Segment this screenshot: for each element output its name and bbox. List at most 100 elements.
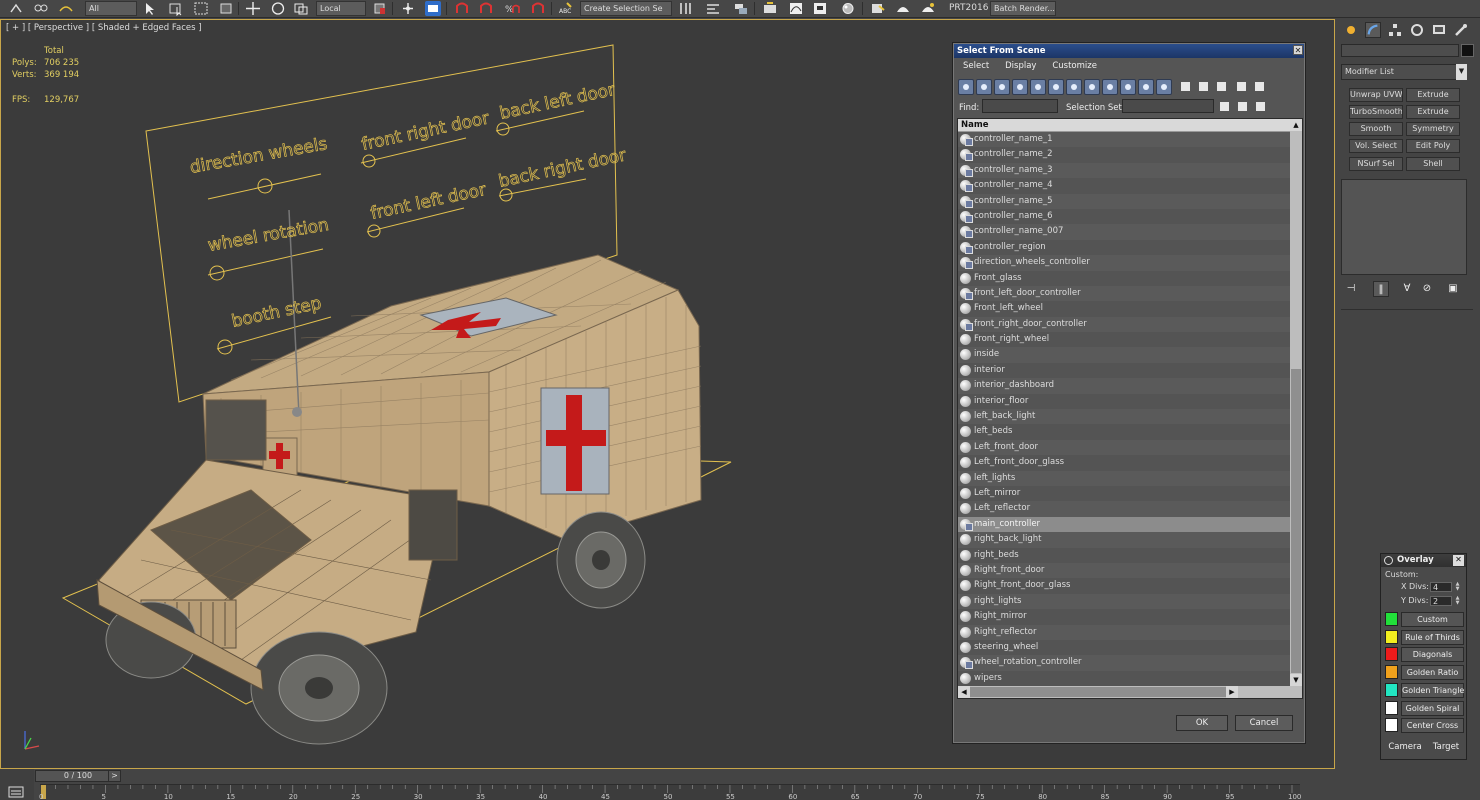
y-divs-spinner[interactable]: ▲ ▼	[1454, 596, 1461, 606]
rendered-frame-window-icon[interactable]	[895, 1, 911, 16]
list-horizontal-scrollbar[interactable]: ◀ ▶	[958, 686, 1302, 698]
align-icon[interactable]	[705, 1, 721, 16]
display-frozen-icon[interactable]	[1138, 79, 1154, 95]
selection-filter-dropdown[interactable]: All	[85, 1, 137, 16]
select-and-manipulate-icon[interactable]	[400, 1, 416, 16]
window-crossing-icon[interactable]	[218, 1, 234, 16]
modify-tab-icon[interactable]	[1365, 22, 1381, 38]
overlay-option-button[interactable]: Golden Spiral	[1401, 700, 1464, 716]
list-item[interactable]: Left_front_door_glass	[958, 455, 1291, 471]
overlay-option-button[interactable]: Custom	[1401, 612, 1464, 627]
list-item[interactable]: interior_dashboard	[958, 378, 1291, 393]
material-editor-icon[interactable]	[840, 1, 856, 16]
list-item[interactable]: Front_right_wheel	[958, 332, 1291, 348]
list-item[interactable]: main_controller	[958, 516, 1291, 533]
list-item[interactable]: left_beds	[958, 424, 1291, 440]
object-name-field[interactable]	[1341, 44, 1459, 57]
display-tab-icon[interactable]	[1431, 22, 1447, 38]
list-item[interactable]: Left_mirror	[958, 485, 1291, 502]
remove-modifier-icon[interactable]: ⊘	[1419, 281, 1435, 297]
list-item[interactable]: right_back_light	[958, 532, 1291, 547]
overlay-color-swatch[interactable]	[1385, 665, 1398, 680]
create-selection-set-icon[interactable]	[1217, 99, 1233, 115]
object-color-swatch[interactable]	[1461, 44, 1474, 57]
render-production-icon[interactable]	[920, 1, 936, 16]
select-object-icon[interactable]	[142, 1, 158, 16]
menu-display[interactable]: Display	[1005, 61, 1036, 71]
find-input[interactable]	[982, 99, 1058, 113]
modifier-extrude-button[interactable]: Extrude	[1406, 105, 1460, 119]
display-invert-icon[interactable]	[1214, 79, 1230, 95]
column-header-name[interactable]: Name	[958, 119, 1292, 132]
display-geometry-icon[interactable]	[958, 79, 974, 95]
overlay-color-swatch[interactable]	[1385, 647, 1398, 662]
list-item[interactable]: right_lights	[958, 594, 1291, 609]
modifier-shell-button[interactable]: Shell	[1406, 157, 1460, 171]
display-helpers-icon[interactable]	[1030, 79, 1046, 95]
mirror-icon[interactable]	[678, 1, 694, 16]
overlay-close-button[interactable]: ✕	[1453, 555, 1464, 566]
display-hidden-icon[interactable]	[1156, 79, 1172, 95]
select-and-move-icon[interactable]	[245, 1, 261, 16]
select-and-link-icon[interactable]	[8, 1, 24, 16]
list-item[interactable]: Right_front_door	[958, 563, 1291, 578]
display-bones-icon[interactable]	[1102, 79, 1118, 95]
display-groups-icon[interactable]	[1066, 79, 1082, 95]
select-and-rotate-icon[interactable]	[270, 1, 286, 16]
list-item[interactable]: wheel_rotation_controller	[958, 655, 1291, 670]
display-cameras-icon[interactable]	[1012, 79, 1028, 95]
layer-manager-icon[interactable]	[733, 1, 749, 16]
list-item[interactable]: interior	[958, 362, 1291, 379]
motion-tab-icon[interactable]	[1409, 22, 1425, 38]
list-item[interactable]: Left_reflector	[958, 501, 1291, 516]
list-item[interactable]: front_right_door_controller	[958, 317, 1291, 332]
scroll-left-arrow[interactable]: ◀	[958, 686, 970, 698]
display-shapes-icon[interactable]	[976, 79, 992, 95]
hierarchy-tab-icon[interactable]	[1387, 22, 1403, 38]
rectangular-selection-icon[interactable]	[193, 1, 209, 16]
render-setup-icon[interactable]	[870, 1, 886, 16]
reference-coordinate-system-dropdown[interactable]: Local	[316, 1, 366, 16]
overlay-option-button[interactable]: Golden Triangle	[1401, 682, 1464, 698]
list-item[interactable]: Front_glass	[958, 270, 1291, 286]
list-item[interactable]: wipers	[958, 670, 1291, 687]
modifier-edit-poly-button[interactable]: Edit Poly	[1406, 139, 1460, 153]
list-item[interactable]: left_lights	[958, 471, 1291, 486]
list-vertical-scrollbar[interactable]: ▲ ▼	[1290, 119, 1302, 686]
bind-to-space-warp-icon[interactable]	[58, 1, 74, 16]
show-end-result-icon[interactable]: ‖	[1373, 281, 1389, 297]
overlay-option-button[interactable]: Diagonals	[1401, 647, 1464, 663]
batch-render-button[interactable]: Batch Render...	[990, 1, 1056, 16]
list-item[interactable]: steering_wheel	[958, 639, 1291, 656]
ok-button[interactable]: OK	[1176, 715, 1228, 731]
chevron-down-icon[interactable]: ▼	[1456, 64, 1467, 80]
scroll-down-arrow[interactable]: ▼	[1290, 674, 1302, 686]
selection-set-dropdown[interactable]	[1122, 99, 1214, 113]
overlay-color-swatch[interactable]	[1385, 612, 1398, 626]
percent-snap-icon[interactable]: %	[504, 1, 520, 16]
list-item[interactable]: Right_reflector	[958, 625, 1291, 640]
modifier-nsurf-sel-button[interactable]: NSurf Sel	[1349, 157, 1403, 171]
list-item[interactable]: controller_name_007	[958, 224, 1291, 239]
snaps-toggle-icon[interactable]	[454, 1, 470, 16]
scrollbar-thumb[interactable]	[1291, 369, 1301, 673]
display-all-icon[interactable]	[1178, 79, 1194, 95]
schematic-view-icon[interactable]	[812, 1, 828, 16]
utilities-tab-icon[interactable]	[1453, 22, 1469, 38]
menu-customize[interactable]: Customize	[1052, 61, 1097, 71]
list-item[interactable]: right_beds	[958, 547, 1291, 563]
scroll-up-arrow[interactable]: ▲	[1290, 119, 1302, 131]
list-item[interactable]: Right_mirror	[958, 609, 1291, 625]
camera-button[interactable]: Camera	[1385, 740, 1425, 754]
curve-editor-icon[interactable]	[788, 1, 804, 16]
spinner-snap-icon[interactable]	[530, 1, 546, 16]
list-item[interactable]: inside	[958, 347, 1291, 362]
overlay-color-swatch[interactable]	[1385, 682, 1398, 697]
scroll-right-arrow[interactable]: ▶	[1226, 686, 1238, 698]
overlay-color-swatch[interactable]	[1385, 718, 1398, 733]
modifier-smooth-button[interactable]: Smooth	[1349, 122, 1403, 136]
sync-selection-icon[interactable]	[1252, 79, 1268, 95]
list-item[interactable]: Right_front_door_glass	[958, 578, 1291, 594]
list-item[interactable]: controller_name_6	[958, 208, 1291, 225]
list-item[interactable]: front_left_door_controller	[958, 286, 1291, 301]
